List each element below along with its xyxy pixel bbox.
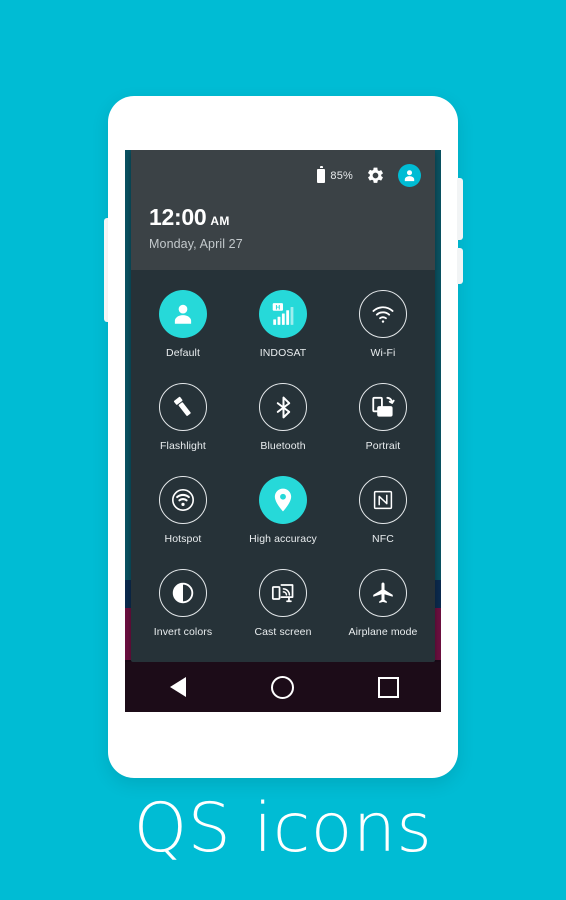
bluetooth-icon: [259, 383, 307, 431]
battery-status[interactable]: 85%: [317, 166, 353, 183]
clock-time: 12:00: [149, 204, 207, 230]
clock-ampm: AM: [210, 214, 230, 228]
hotspot-icon: [159, 476, 207, 524]
tile-wifi[interactable]: Wi-Fi: [333, 282, 433, 375]
cast-screen-icon: [259, 569, 307, 617]
battery-icon: [317, 166, 326, 183]
phone-screen: 85% 12:00 AM Monday, April 27 Default H …: [125, 150, 441, 712]
clock-block[interactable]: 12:00 AM Monday, April 27: [149, 204, 243, 252]
tile-label: Wi-Fi: [370, 347, 396, 359]
tile-high-accuracy[interactable]: High accuracy: [233, 468, 333, 561]
user-avatar-icon[interactable]: [398, 164, 421, 187]
tile-default[interactable]: Default: [133, 282, 233, 375]
recents-nav-icon[interactable]: [358, 662, 418, 712]
tile-label: Airplane mode: [348, 626, 418, 638]
tile-label: Cast screen: [254, 626, 312, 638]
tile-airplane-mode[interactable]: Airplane mode: [333, 561, 433, 654]
flashlight-icon: [159, 383, 207, 431]
tile-indosat[interactable]: H INDOSAT: [233, 282, 333, 375]
tile-label: INDOSAT: [259, 347, 307, 359]
airplane-icon: [359, 569, 407, 617]
tile-label: NFC: [372, 533, 394, 545]
tile-portrait[interactable]: Portrait: [333, 375, 433, 468]
status-row: 85%: [317, 164, 421, 187]
user-icon: [159, 290, 207, 338]
tile-label: Flashlight: [160, 440, 206, 452]
nfc-icon: [359, 476, 407, 524]
wifi-icon: [359, 290, 407, 338]
tile-invert-colors[interactable]: Invert colors: [133, 561, 233, 654]
clock-date: Monday, April 27: [149, 237, 243, 251]
location-pin-icon: [259, 476, 307, 524]
invert-colors-icon: [159, 569, 207, 617]
phone-side-button[interactable]: [457, 248, 463, 284]
signal-bars-icon: H: [259, 290, 307, 338]
tile-label: Bluetooth: [260, 440, 306, 452]
tile-label: Default: [166, 347, 200, 359]
battery-percent-label: 85%: [330, 169, 353, 182]
quick-settings-header: 85% 12:00 AM Monday, April 27: [131, 150, 435, 270]
tile-label: High accuracy: [249, 533, 317, 545]
tile-nfc[interactable]: NFC: [333, 468, 433, 561]
page-title: QS icons: [133, 789, 433, 868]
phone-power-button[interactable]: [457, 178, 463, 240]
navigation-bar: [125, 662, 441, 712]
back-nav-icon[interactable]: [148, 662, 208, 712]
home-nav-icon[interactable]: [253, 662, 313, 712]
rotation-icon: [359, 383, 407, 431]
tile-flashlight[interactable]: Flashlight: [133, 375, 233, 468]
quick-settings-panel: 85% 12:00 AM Monday, April 27 Default H …: [131, 150, 435, 662]
tile-label: Hotspot: [164, 533, 202, 545]
svg-text:H: H: [275, 304, 280, 311]
quick-settings-tile-grid: Default H INDOSAT Wi-Fi Flashlight Bluet…: [131, 270, 435, 654]
tile-cast-screen[interactable]: Cast screen: [233, 561, 333, 654]
tile-label: Invert colors: [153, 626, 213, 638]
tile-hotspot[interactable]: Hotspot: [133, 468, 233, 561]
gear-icon[interactable]: [366, 166, 385, 185]
tile-label: Portrait: [365, 440, 401, 452]
tile-bluetooth[interactable]: Bluetooth: [233, 375, 333, 468]
